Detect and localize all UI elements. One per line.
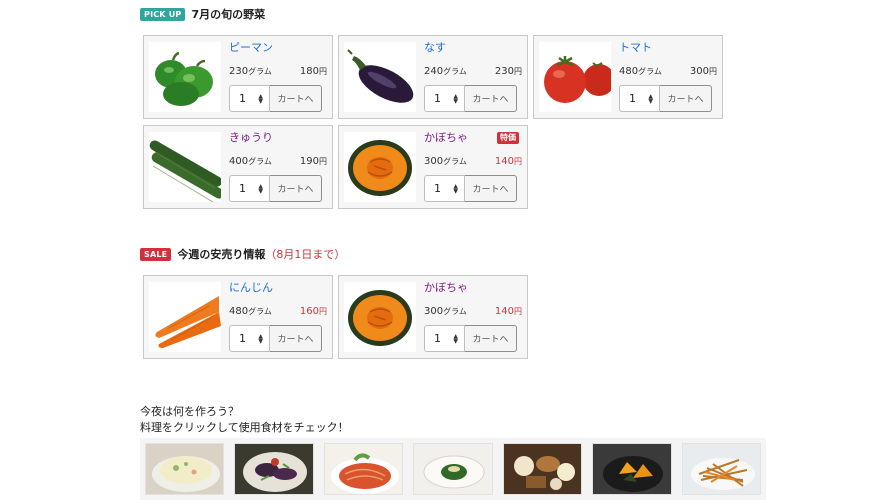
sale-header: SALE 今週の安売り情報（8月1日まで）: [140, 246, 345, 262]
quantity-select[interactable]: 1 ▲ ▼: [424, 325, 465, 352]
green-pepper-image[interactable]: [149, 42, 221, 112]
add-to-cart-button[interactable]: カートへ: [465, 85, 517, 112]
product-card: にんじん 480グラム 160円 1 ▲ ▼ カートへ: [143, 275, 333, 359]
add-to-cart-button[interactable]: カートへ: [270, 85, 322, 112]
product-name[interactable]: にんじん: [229, 281, 327, 295]
product-card: きゅうり 400グラム 190円 1 ▲ ▼ カートへ: [143, 125, 333, 209]
tomato-pasta-image[interactable]: [323, 443, 404, 495]
cucumber-image[interactable]: [149, 132, 221, 202]
pickup-title: 7月の旬の野菜: [191, 8, 266, 21]
recipe-instruction: 料理をクリックして使用食材をチェック！: [140, 421, 349, 434]
product-card: トマト 480グラム 300円 1 ▲ ▼ カートへ: [533, 35, 723, 119]
pumpkin-image[interactable]: [344, 282, 416, 352]
product-name[interactable]: かぼちゃ: [424, 131, 522, 145]
quantity-select[interactable]: 1 ▲ ▼: [229, 175, 270, 202]
product-weight: 480グラム: [619, 66, 662, 77]
tomato-image[interactable]: [539, 42, 611, 112]
sale-badge: SALE: [140, 247, 172, 261]
pickup-header: PICK UP 7月の旬の野菜: [140, 6, 265, 22]
product-price: 190円: [299, 156, 327, 167]
select-arrows-icon: ▲ ▼: [258, 182, 263, 195]
product-weight: 300グラム: [424, 306, 467, 317]
pumpkin-image[interactable]: [344, 132, 416, 202]
sale-title: 今週の安売り情報: [177, 248, 266, 261]
product-price: 160円: [299, 306, 327, 317]
product-weight: 230グラム: [229, 66, 272, 77]
oden-image[interactable]: [502, 443, 583, 495]
sale-period-note: （8月1日まで）: [265, 248, 346, 261]
product-price: 140円: [494, 306, 522, 317]
product-name[interactable]: トマト: [619, 41, 717, 55]
recipe-list: [140, 438, 766, 500]
product-card: なす 240グラム 230円 1 ▲ ▼ カートへ: [338, 35, 528, 119]
kinpira-image[interactable]: [681, 443, 761, 495]
select-arrows-icon: ▲ ▼: [258, 92, 263, 105]
sale-grid: にんじん 480グラム 160円 1 ▲ ▼ カートへ かぼちゃ 300グラム …: [143, 275, 723, 359]
add-to-cart-button[interactable]: カートへ: [660, 85, 712, 112]
eggplant-dish-image[interactable]: [234, 443, 314, 495]
carrot-image[interactable]: [149, 282, 221, 352]
product-price: 180円: [299, 66, 327, 77]
pickup-badge: PICK UP: [140, 7, 186, 21]
product-weight: 240グラム: [424, 66, 467, 77]
add-to-cart-button[interactable]: カートへ: [465, 325, 517, 352]
product-name[interactable]: きゅうり: [229, 131, 327, 145]
select-arrows-icon: ▲ ▼: [258, 332, 263, 345]
quantity-select[interactable]: 1 ▲ ▼: [619, 85, 660, 112]
quantity-select[interactable]: 1 ▲ ▼: [424, 85, 465, 112]
quantity-select[interactable]: 1 ▲ ▼: [229, 325, 270, 352]
recipe-question: 今夜は何を作ろう？: [140, 405, 239, 418]
quantity-select[interactable]: 1 ▲ ▼: [229, 85, 270, 112]
product-weight: 480グラム: [229, 306, 272, 317]
potato-salad-image[interactable]: [145, 443, 225, 495]
product-card: かぼちゃ 300グラム 140円 1 ▲ ▼ カートへ: [338, 275, 528, 359]
select-arrows-icon: ▲ ▼: [648, 92, 653, 105]
product-price: 300円: [689, 66, 717, 77]
product-weight: 400グラム: [229, 156, 272, 167]
select-arrows-icon: ▲ ▼: [453, 332, 458, 345]
product-card: 特価 かぼちゃ 300グラム 140円 1 ▲ ▼ カートへ: [338, 125, 528, 209]
product-name[interactable]: ピーマン: [229, 41, 327, 55]
simmered-pumpkin-image[interactable]: [592, 443, 672, 495]
product-card: ピーマン 230グラム 180円 1 ▲ ▼ カートへ: [143, 35, 333, 119]
spinach-side-image[interactable]: [413, 443, 493, 495]
pickup-grid: ピーマン 230グラム 180円 1 ▲ ▼ カートへ なす 240グラム 23…: [143, 35, 723, 209]
eggplant-image[interactable]: [344, 42, 416, 112]
select-arrows-icon: ▲ ▼: [453, 182, 458, 195]
recipe-intro: 今夜は何を作ろう？ 料理をクリックして使用食材をチェック！: [140, 404, 349, 436]
add-to-cart-button[interactable]: カートへ: [465, 175, 517, 202]
product-price: 230円: [494, 66, 522, 77]
quantity-select[interactable]: 1 ▲ ▼: [424, 175, 465, 202]
add-to-cart-button[interactable]: カートへ: [270, 325, 322, 352]
product-name[interactable]: かぼちゃ: [424, 281, 522, 295]
product-name[interactable]: なす: [424, 41, 522, 55]
product-weight: 300グラム: [424, 156, 467, 167]
add-to-cart-button[interactable]: カートへ: [270, 175, 322, 202]
select-arrows-icon: ▲ ▼: [453, 92, 458, 105]
product-price: 140円: [494, 156, 522, 167]
